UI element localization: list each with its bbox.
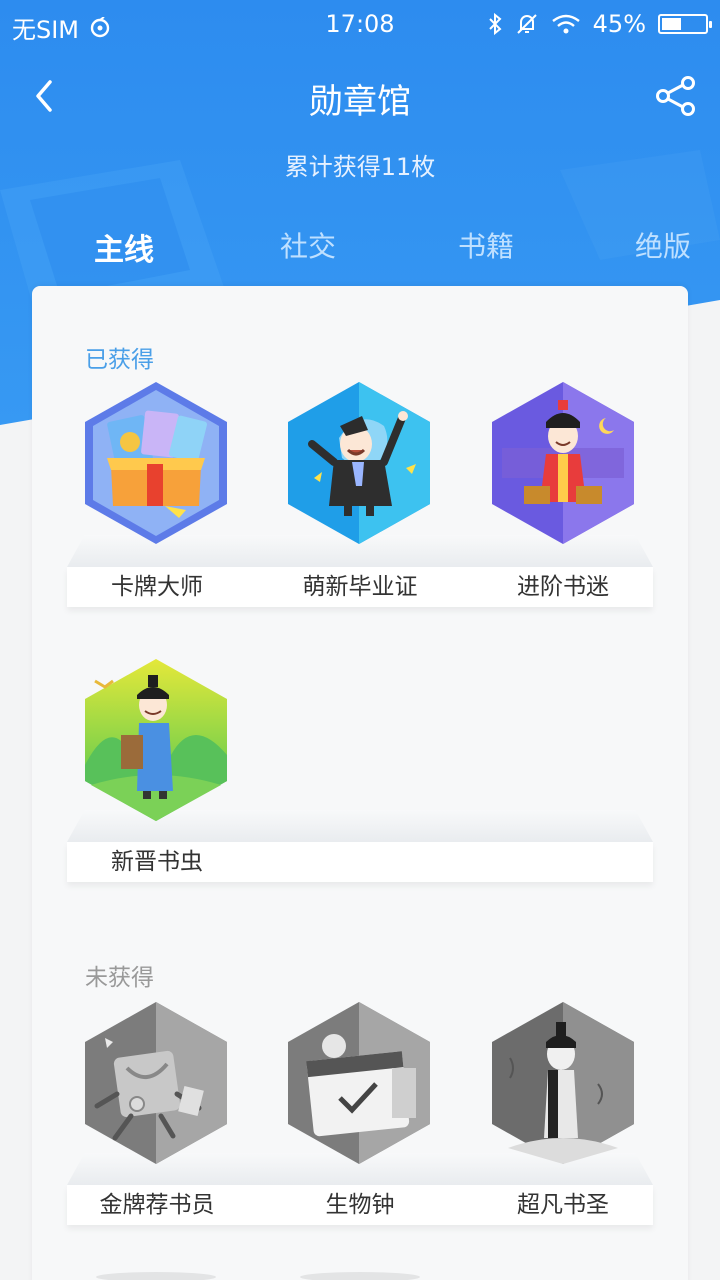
- badge-shadow: [300, 1272, 420, 1280]
- battery-icon: [658, 14, 712, 34]
- navigation-bar: 勋章馆: [0, 60, 720, 130]
- badge-count-subtitle: 累计获得11枚: [284, 153, 436, 181]
- obtained-section-label: 已获得: [85, 347, 154, 373]
- tab-limited[interactable]: 绝版: [635, 225, 691, 265]
- badge-name: 进阶书迷: [517, 574, 609, 600]
- badge-name: 萌新毕业证: [302, 574, 418, 600]
- tab-books[interactable]: 书籍: [458, 225, 514, 265]
- status-bar: 无SIM 17:08 45%: [0, 0, 720, 50]
- shelf-front: 卡牌大师 萌新毕业证 进阶书迷: [67, 567, 653, 607]
- bluetooth-icon: [488, 12, 502, 36]
- page-title: 勋章馆: [309, 82, 411, 122]
- badge-gold-recommender-locked[interactable]: [81, 998, 231, 1168]
- wifi-icon: [551, 14, 580, 34]
- badge-extraordinary-sage-locked[interactable]: [488, 998, 638, 1168]
- badge-shadow: [96, 1272, 216, 1280]
- category-tabs: 主线 社交 书籍 绝版: [0, 225, 720, 269]
- not-obtained-section-label: 未获得: [85, 965, 154, 991]
- badge-name: 生物钟: [325, 1192, 395, 1218]
- badge-name: 超凡书圣: [517, 1192, 609, 1218]
- tab-social[interactable]: 社交: [280, 225, 336, 265]
- shelf-front: 新晋书虫: [67, 842, 653, 882]
- badge-biological-clock-locked[interactable]: [284, 998, 434, 1168]
- battery-percent: 45%: [592, 10, 646, 38]
- badge-name: 新晋书虫: [111, 849, 203, 875]
- badge-name: 金牌荐书员: [99, 1192, 215, 1218]
- badge-newbie-graduate[interactable]: [284, 378, 434, 548]
- badge-card-master[interactable]: [81, 378, 231, 548]
- badge-name: 卡牌大师: [111, 574, 203, 600]
- tab-main[interactable]: 主线: [94, 225, 154, 269]
- share-icon[interactable]: [654, 74, 698, 118]
- shelf-front: 金牌荐书员 生物钟 超凡书圣: [67, 1185, 653, 1225]
- badge-rising-bookworm[interactable]: [81, 655, 231, 825]
- badge-advanced-reader[interactable]: [488, 378, 638, 548]
- mute-bell-icon: [516, 14, 537, 34]
- battery-fill: [662, 18, 681, 30]
